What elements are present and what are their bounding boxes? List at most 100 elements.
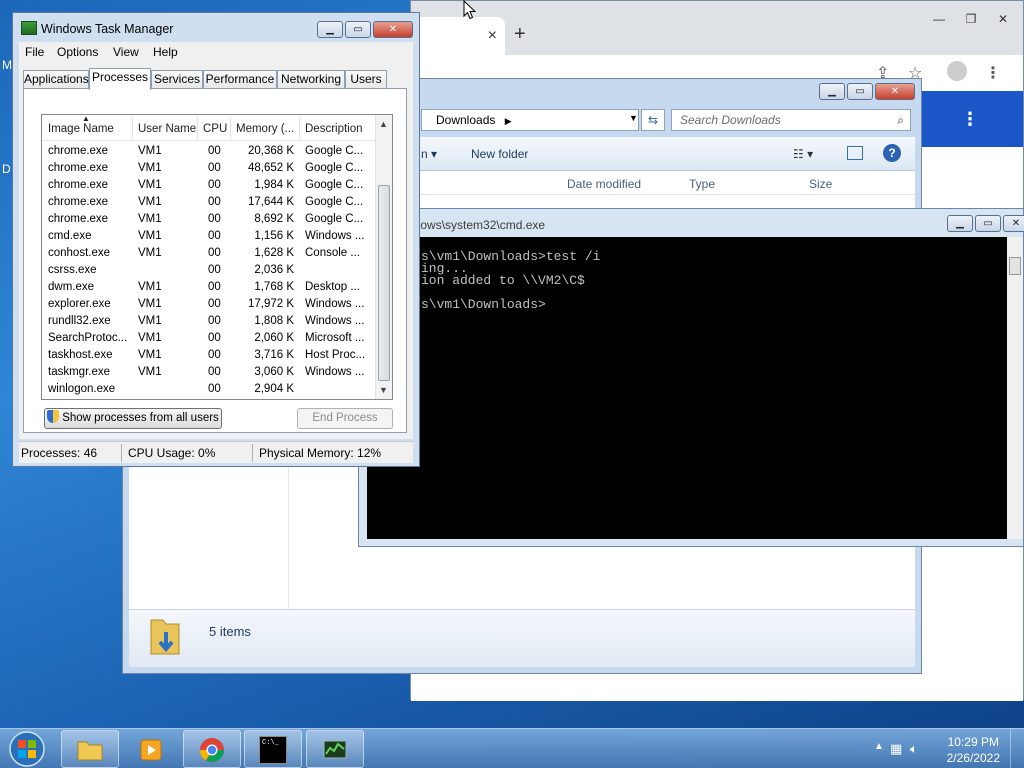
process-row[interactable]: conhost.exe VM1 00 1,628 K Console ... bbox=[42, 245, 376, 262]
tab-close-icon[interactable]: × bbox=[488, 27, 497, 45]
profile-avatar-icon[interactable] bbox=[947, 61, 967, 81]
cell-description: Windows ... bbox=[305, 230, 365, 242]
cell-memory: 3,060 K bbox=[254, 366, 294, 378]
process-row[interactable]: chrome.exe VM1 00 1,984 K Google C... bbox=[42, 177, 376, 194]
clock-date: 2/26/2022 bbox=[946, 751, 1000, 765]
search-input[interactable]: Search Downloads ⌕ bbox=[671, 109, 911, 131]
column-date-modified[interactable]: Date modified bbox=[567, 177, 641, 191]
tab-networking[interactable]: Networking bbox=[277, 70, 345, 89]
new-folder-button[interactable]: New folder bbox=[471, 147, 528, 161]
close-button[interactable]: ✕ bbox=[373, 21, 413, 38]
maximize-button[interactable]: ❐ bbox=[955, 9, 987, 29]
process-row[interactable]: chrome.exe VM1 00 8,692 K Google C... bbox=[42, 211, 376, 228]
console-scrollbar[interactable] bbox=[1007, 237, 1023, 539]
task-manager-window[interactable]: Windows Task Manager ▁ ▭ ✕ File Options … bbox=[12, 12, 420, 467]
column-cpu[interactable]: CPU bbox=[203, 123, 227, 135]
cell-description: Google C... bbox=[305, 196, 364, 208]
volume-icon[interactable]: 🔈︎ bbox=[910, 741, 918, 757]
process-row[interactable]: SearchProtoc... VM1 00 2,060 K Microsoft ... bbox=[42, 330, 376, 347]
breadcrumb-arrow-icon[interactable]: ▶ bbox=[505, 116, 512, 126]
close-button[interactable]: ✕ bbox=[987, 9, 1019, 29]
taskbar-task-manager-button[interactable] bbox=[306, 730, 364, 768]
tab-users[interactable]: Users bbox=[345, 70, 387, 89]
column-memory[interactable]: Memory (... bbox=[236, 123, 294, 135]
tab-performance[interactable]: Performance bbox=[203, 70, 277, 89]
column-type[interactable]: Type bbox=[689, 177, 715, 191]
tab-processes[interactable]: Processes bbox=[89, 68, 151, 90]
organize-menu-partial[interactable]: n ▾ bbox=[421, 147, 437, 161]
scrollbar-thumb[interactable] bbox=[378, 185, 390, 381]
process-row[interactable]: taskmgr.exe VM1 00 3,060 K Windows ... bbox=[42, 364, 376, 381]
cell-user-name: VM1 bbox=[138, 298, 162, 310]
tab-applications[interactable]: Applications bbox=[23, 70, 89, 89]
minimize-button[interactable]: — bbox=[923, 9, 955, 29]
clock[interactable]: 10:29 PM 2/26/2022 bbox=[947, 734, 1000, 766]
minimize-button[interactable]: ▁ bbox=[819, 83, 845, 100]
process-row[interactable]: rundll32.exe VM1 00 1,808 K Windows ... bbox=[42, 313, 376, 330]
task-manager-titlebar[interactable]: Windows Task Manager ▁ ▭ ✕ bbox=[13, 13, 419, 41]
maximize-button[interactable]: ▭ bbox=[975, 215, 1001, 232]
tab-services[interactable]: Services bbox=[151, 70, 203, 89]
cell-user-name: VM1 bbox=[138, 332, 162, 344]
menu-kebab-icon[interactable]: ⋮ bbox=[985, 63, 1001, 83]
console-output[interactable]: s\vm1\Downloads>test /i ing... ion added… bbox=[367, 237, 1009, 539]
process-row[interactable]: dwm.exe VM1 00 1,768 K Desktop ... bbox=[42, 279, 376, 296]
cell-user-name: VM1 bbox=[138, 179, 162, 191]
menu-view[interactable]: View bbox=[113, 45, 139, 59]
taskbar-cmd-button[interactable]: C:\_ bbox=[244, 730, 302, 768]
status-cpu-usage: CPU Usage: 0% bbox=[128, 446, 216, 460]
preview-pane-icon[interactable] bbox=[847, 146, 863, 160]
column-description[interactable]: Description bbox=[305, 123, 363, 135]
column-size[interactable]: Size bbox=[809, 177, 832, 191]
process-row[interactable]: chrome.exe VM1 00 17,644 K Google C... bbox=[42, 194, 376, 211]
process-row[interactable]: chrome.exe VM1 00 48,652 K Google C... bbox=[42, 160, 376, 177]
maximize-button[interactable]: ▭ bbox=[847, 83, 873, 100]
scroll-down-icon[interactable]: ▼ bbox=[379, 385, 388, 395]
breadcrumb-downloads[interactable]: Downloads bbox=[436, 113, 495, 127]
mouse-cursor-icon bbox=[463, 0, 477, 20]
search-placeholder: Search Downloads bbox=[680, 113, 781, 127]
scrollbar-thumb[interactable] bbox=[1009, 257, 1021, 275]
cell-cpu: 00 bbox=[208, 298, 221, 310]
search-icon[interactable]: ⌕ bbox=[897, 113, 904, 128]
minimize-button[interactable]: ▁ bbox=[947, 215, 973, 232]
process-row[interactable]: winlogon.exe 00 2,904 K bbox=[42, 381, 376, 398]
process-list-scrollbar[interactable]: ▲ ▼ bbox=[375, 115, 392, 399]
address-dropdown-icon[interactable]: ▼ bbox=[629, 113, 638, 123]
scroll-up-icon[interactable]: ▲ bbox=[379, 119, 388, 129]
start-button[interactable] bbox=[7, 730, 47, 768]
chrome-tab[interactable]: × bbox=[411, 17, 505, 55]
taskbar-media-player-button[interactable] bbox=[122, 730, 180, 768]
process-row[interactable]: explorer.exe VM1 00 17,972 K Windows ... bbox=[42, 296, 376, 313]
close-button[interactable]: ✕ bbox=[875, 83, 915, 100]
process-row[interactable]: csrss.exe 00 2,036 K bbox=[42, 262, 376, 279]
maximize-button[interactable]: ▭ bbox=[345, 21, 371, 38]
process-list[interactable]: Image Name ▲ User Name CPU Memory (... D… bbox=[41, 114, 393, 400]
process-row[interactable]: cmd.exe VM1 00 1,156 K Windows ... bbox=[42, 228, 376, 245]
page-kebab-icon[interactable]: ⋮ bbox=[961, 109, 979, 130]
process-row[interactable]: taskhost.exe VM1 00 3,716 K Host Proc... bbox=[42, 347, 376, 364]
new-tab-button[interactable]: + bbox=[514, 23, 526, 46]
close-button[interactable]: ✕ bbox=[1003, 215, 1024, 232]
show-all-processes-button[interactable]: Show processes from all users bbox=[44, 408, 222, 429]
view-options-icon[interactable]: ☷ ▾ bbox=[793, 147, 813, 161]
menu-file[interactable]: File bbox=[25, 45, 44, 59]
network-icon[interactable]: ▦ bbox=[890, 741, 902, 757]
taskbar-explorer-button[interactable] bbox=[61, 730, 119, 768]
column-image-name[interactable]: Image Name bbox=[48, 123, 114, 135]
refresh-button[interactable]: ⇆ bbox=[641, 109, 665, 131]
menu-options[interactable]: Options bbox=[57, 45, 98, 59]
menu-help[interactable]: Help bbox=[153, 45, 178, 59]
cmd-window[interactable]: ndows\system32\cmd.exe ▁ ▭ ✕ s\vm1\Downl… bbox=[358, 208, 1024, 547]
minimize-button[interactable]: ▁ bbox=[317, 21, 343, 38]
show-desktop-button[interactable] bbox=[1010, 729, 1024, 768]
process-row[interactable]: chrome.exe VM1 00 20,368 K Google C... bbox=[42, 143, 376, 160]
column-user-name[interactable]: User Name bbox=[138, 123, 196, 135]
help-icon[interactable]: ? bbox=[883, 144, 901, 162]
show-hidden-icons-icon[interactable]: ▲ bbox=[874, 741, 884, 752]
address-bar[interactable]: Downloads ▶ bbox=[421, 109, 639, 131]
status-processes: Processes: 46 bbox=[21, 446, 98, 460]
cell-image-name: rundll32.exe bbox=[48, 315, 111, 327]
end-process-button[interactable]: End Process bbox=[297, 408, 393, 429]
taskbar-chrome-button[interactable] bbox=[183, 730, 241, 768]
